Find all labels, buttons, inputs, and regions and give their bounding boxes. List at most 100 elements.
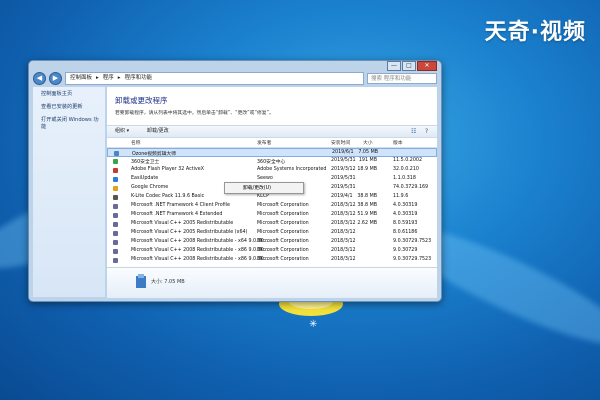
details-pane: 大小: 7.05 MB (107, 267, 437, 298)
cell-version: 11.5.0.2002 (393, 158, 422, 163)
cell-publisher: Microsoft Corporation (257, 239, 309, 244)
cell-name: Microsoft Visual C++ 2005 Redistributabl… (131, 230, 248, 235)
program-icon (113, 258, 118, 263)
table-row[interactable]: 360安全卫士 360安全中心 2019/5/31 191 MB 11.5.0.2002 (107, 157, 437, 166)
cell-date: 2018/3/12 (331, 221, 356, 226)
cell-date: 2019/6/1 (332, 150, 354, 155)
cell-name: Microsoft Visual C++ 2005 Redistributabl… (131, 221, 234, 226)
navigation-bar: ◀ ▶ 控制面板 ▸ 程序 ▸ 程序和功能 搜索 程序和功能 (33, 71, 437, 85)
cell-version: 4.0.30319 (393, 203, 418, 208)
cell-name: EasiUpdate (131, 176, 159, 181)
cell-version: 9.0.30729.7523 (393, 257, 432, 262)
cell-version: 8.0.61186 (393, 230, 418, 235)
context-menu-uninstall-change[interactable]: 卸载/更改(U) (243, 186, 271, 191)
cell-date: 2018/3/12 (331, 203, 356, 208)
organize-button[interactable]: 组织 ▾ (115, 126, 129, 137)
program-icon (113, 222, 118, 227)
sidebar-item-windows-features[interactable]: 打开或关闭 Windows 功能 (33, 113, 105, 133)
cell-name: Adobe Flash Player 32 ActiveX (131, 167, 204, 172)
program-icon (113, 159, 118, 164)
cell-name: 360安全卫士 (131, 160, 160, 165)
cell-date: 2018/3/12 (331, 239, 356, 244)
minimize-button[interactable]: — (387, 61, 401, 71)
cell-publisher: 360安全中心 (257, 160, 286, 165)
column-header-size[interactable]: 大小 (363, 139, 373, 146)
column-header-version[interactable]: 版本 (393, 139, 403, 146)
toolbar: 组织 ▾ 卸载/更改 ☷ ? (107, 125, 437, 138)
cell-publisher: Microsoft Corporation (257, 212, 309, 217)
cell-publisher: Microsoft Corporation (257, 221, 309, 226)
table-row[interactable]: Ozone视频剪辑大师 2019/6/1 7.05 MB (107, 148, 437, 157)
cell-size: 38.8 MB (357, 194, 377, 199)
cell-publisher: Seewo (257, 176, 273, 181)
cell-version: 8.0.59193 (393, 221, 418, 226)
breadcrumb-programs-features[interactable]: 程序和功能 (125, 73, 153, 84)
table-row[interactable]: Microsoft .NET Framework 4 Extended Micro… (107, 211, 437, 220)
cell-size: 18.9 MB (357, 167, 377, 172)
table-row[interactable]: Microsoft Visual C++ 2008 Redistributabl… (107, 238, 437, 247)
cell-name: Ozone视频剪辑大师 (132, 152, 177, 157)
sidebar: 控制面板主页 查看已安装的更新 打开或关闭 Windows 功能 (33, 87, 105, 297)
back-arrow-icon[interactable]: ◀ (33, 71, 46, 85)
column-header-name[interactable]: 名称 (131, 139, 141, 146)
program-icon (113, 177, 118, 182)
forward-arrow-icon[interactable]: ▶ (49, 71, 62, 85)
table-row[interactable]: Microsoft .NET Framework 4 Client Profil… (107, 202, 437, 211)
cell-name: Microsoft Visual C++ 2008 Redistributabl… (131, 239, 269, 244)
table-row[interactable]: Adobe Flash Player 32 ActiveX Adobe Syste… (107, 166, 437, 175)
view-options-icon[interactable]: ☷ (411, 128, 418, 135)
table-row[interactable]: Microsoft Visual C++ 2008 Redistributabl… (107, 247, 437, 256)
search-input[interactable]: 搜索 程序和功能 (367, 72, 437, 84)
selected-program-size: 大小: 7.05 MB (151, 279, 185, 285)
sidebar-item-view-updates[interactable]: 查看已安装的更新 (33, 100, 105, 113)
column-header-installed-on[interactable]: 安装时间 (331, 139, 350, 146)
address-bar[interactable]: 控制面板 ▸ 程序 ▸ 程序和功能 (65, 71, 364, 85)
breadcrumb-control-panel[interactable]: 控制面板 (70, 73, 92, 84)
cell-date: 2019/5/31 (331, 176, 356, 181)
table-row[interactable]: K-Lite Codec Pack 11.9.6 Basic KLCP 2019/4… (107, 193, 437, 202)
program-icon (113, 249, 118, 254)
program-icon (113, 168, 118, 173)
help-icon[interactable]: ? (425, 128, 432, 135)
cell-date: 2019/3/12 (331, 167, 356, 172)
cell-date: 2018/3/12 (331, 257, 356, 262)
cell-size: 51.9 MB (357, 212, 377, 217)
table-row[interactable]: Microsoft Visual C++ 2005 Redistributabl… (107, 229, 437, 238)
program-icon (113, 231, 118, 236)
column-header-publisher[interactable]: 发布者 (257, 139, 271, 146)
page-description: 若要卸载程序，请从列表中将其选中，然后单击“卸载”、“更改”或“修复”。 (115, 111, 274, 116)
sidebar-item-control-panel-home[interactable]: 控制面板主页 (33, 87, 105, 100)
program-installer-icon (136, 274, 146, 288)
programs-and-features-window: — □ ✕ ◀ ▶ 控制面板 ▸ 程序 ▸ 程序和功能 搜索 程序和功能 控制面板主… (28, 60, 442, 302)
cell-publisher: Adobe Systems Incorporated (257, 167, 327, 172)
program-icon (114, 151, 119, 156)
cell-size: 2.62 MB (357, 221, 377, 226)
cell-publisher: Microsoft Corporation (257, 248, 309, 253)
cell-size: 191 MB (358, 158, 377, 163)
cell-size: 7.05 MB (358, 150, 378, 155)
cell-version: 1.1.0.318 (393, 176, 416, 181)
svg-text:✳: ✳ (309, 319, 317, 330)
breadcrumb-programs[interactable]: 程序 (103, 73, 114, 84)
cell-date: 2019/5/31 (331, 158, 356, 163)
program-icon (113, 213, 118, 218)
cell-name: Microsoft Visual C++ 2008 Redistributabl… (131, 248, 269, 253)
window-titlebar[interactable]: — □ ✕ (29, 61, 441, 71)
uninstall-change-button[interactable]: 卸载/更改 (147, 126, 169, 137)
cell-publisher: Microsoft Corporation (257, 257, 309, 262)
cell-date: 2018/3/12 (331, 248, 356, 253)
brand-watermark: 天奇·视频 (484, 20, 586, 45)
caption-buttons: — □ ✕ (387, 61, 437, 71)
table-row[interactable]: Microsoft Visual C++ 2005 Redistributabl… (107, 220, 437, 229)
maximize-button[interactable]: □ (402, 61, 416, 71)
context-menu: 卸载/更改(U) (224, 182, 304, 194)
column-headers: 名称 发布者 安装时间 大小 版本 (107, 138, 437, 148)
program-icon (113, 195, 118, 200)
close-button[interactable]: ✕ (417, 61, 437, 71)
table-row[interactable]: Microsoft Visual C++ 2008 Redistributabl… (107, 256, 437, 265)
cell-name: Microsoft Visual C++ 2008 Redistributabl… (131, 257, 269, 262)
cell-version: 9.0.30729.7523 (393, 239, 432, 244)
cell-publisher: Microsoft Corporation (257, 230, 309, 235)
cell-date: 2018/3/12 (331, 230, 356, 235)
cell-date: 2019/5/31 (331, 185, 356, 190)
